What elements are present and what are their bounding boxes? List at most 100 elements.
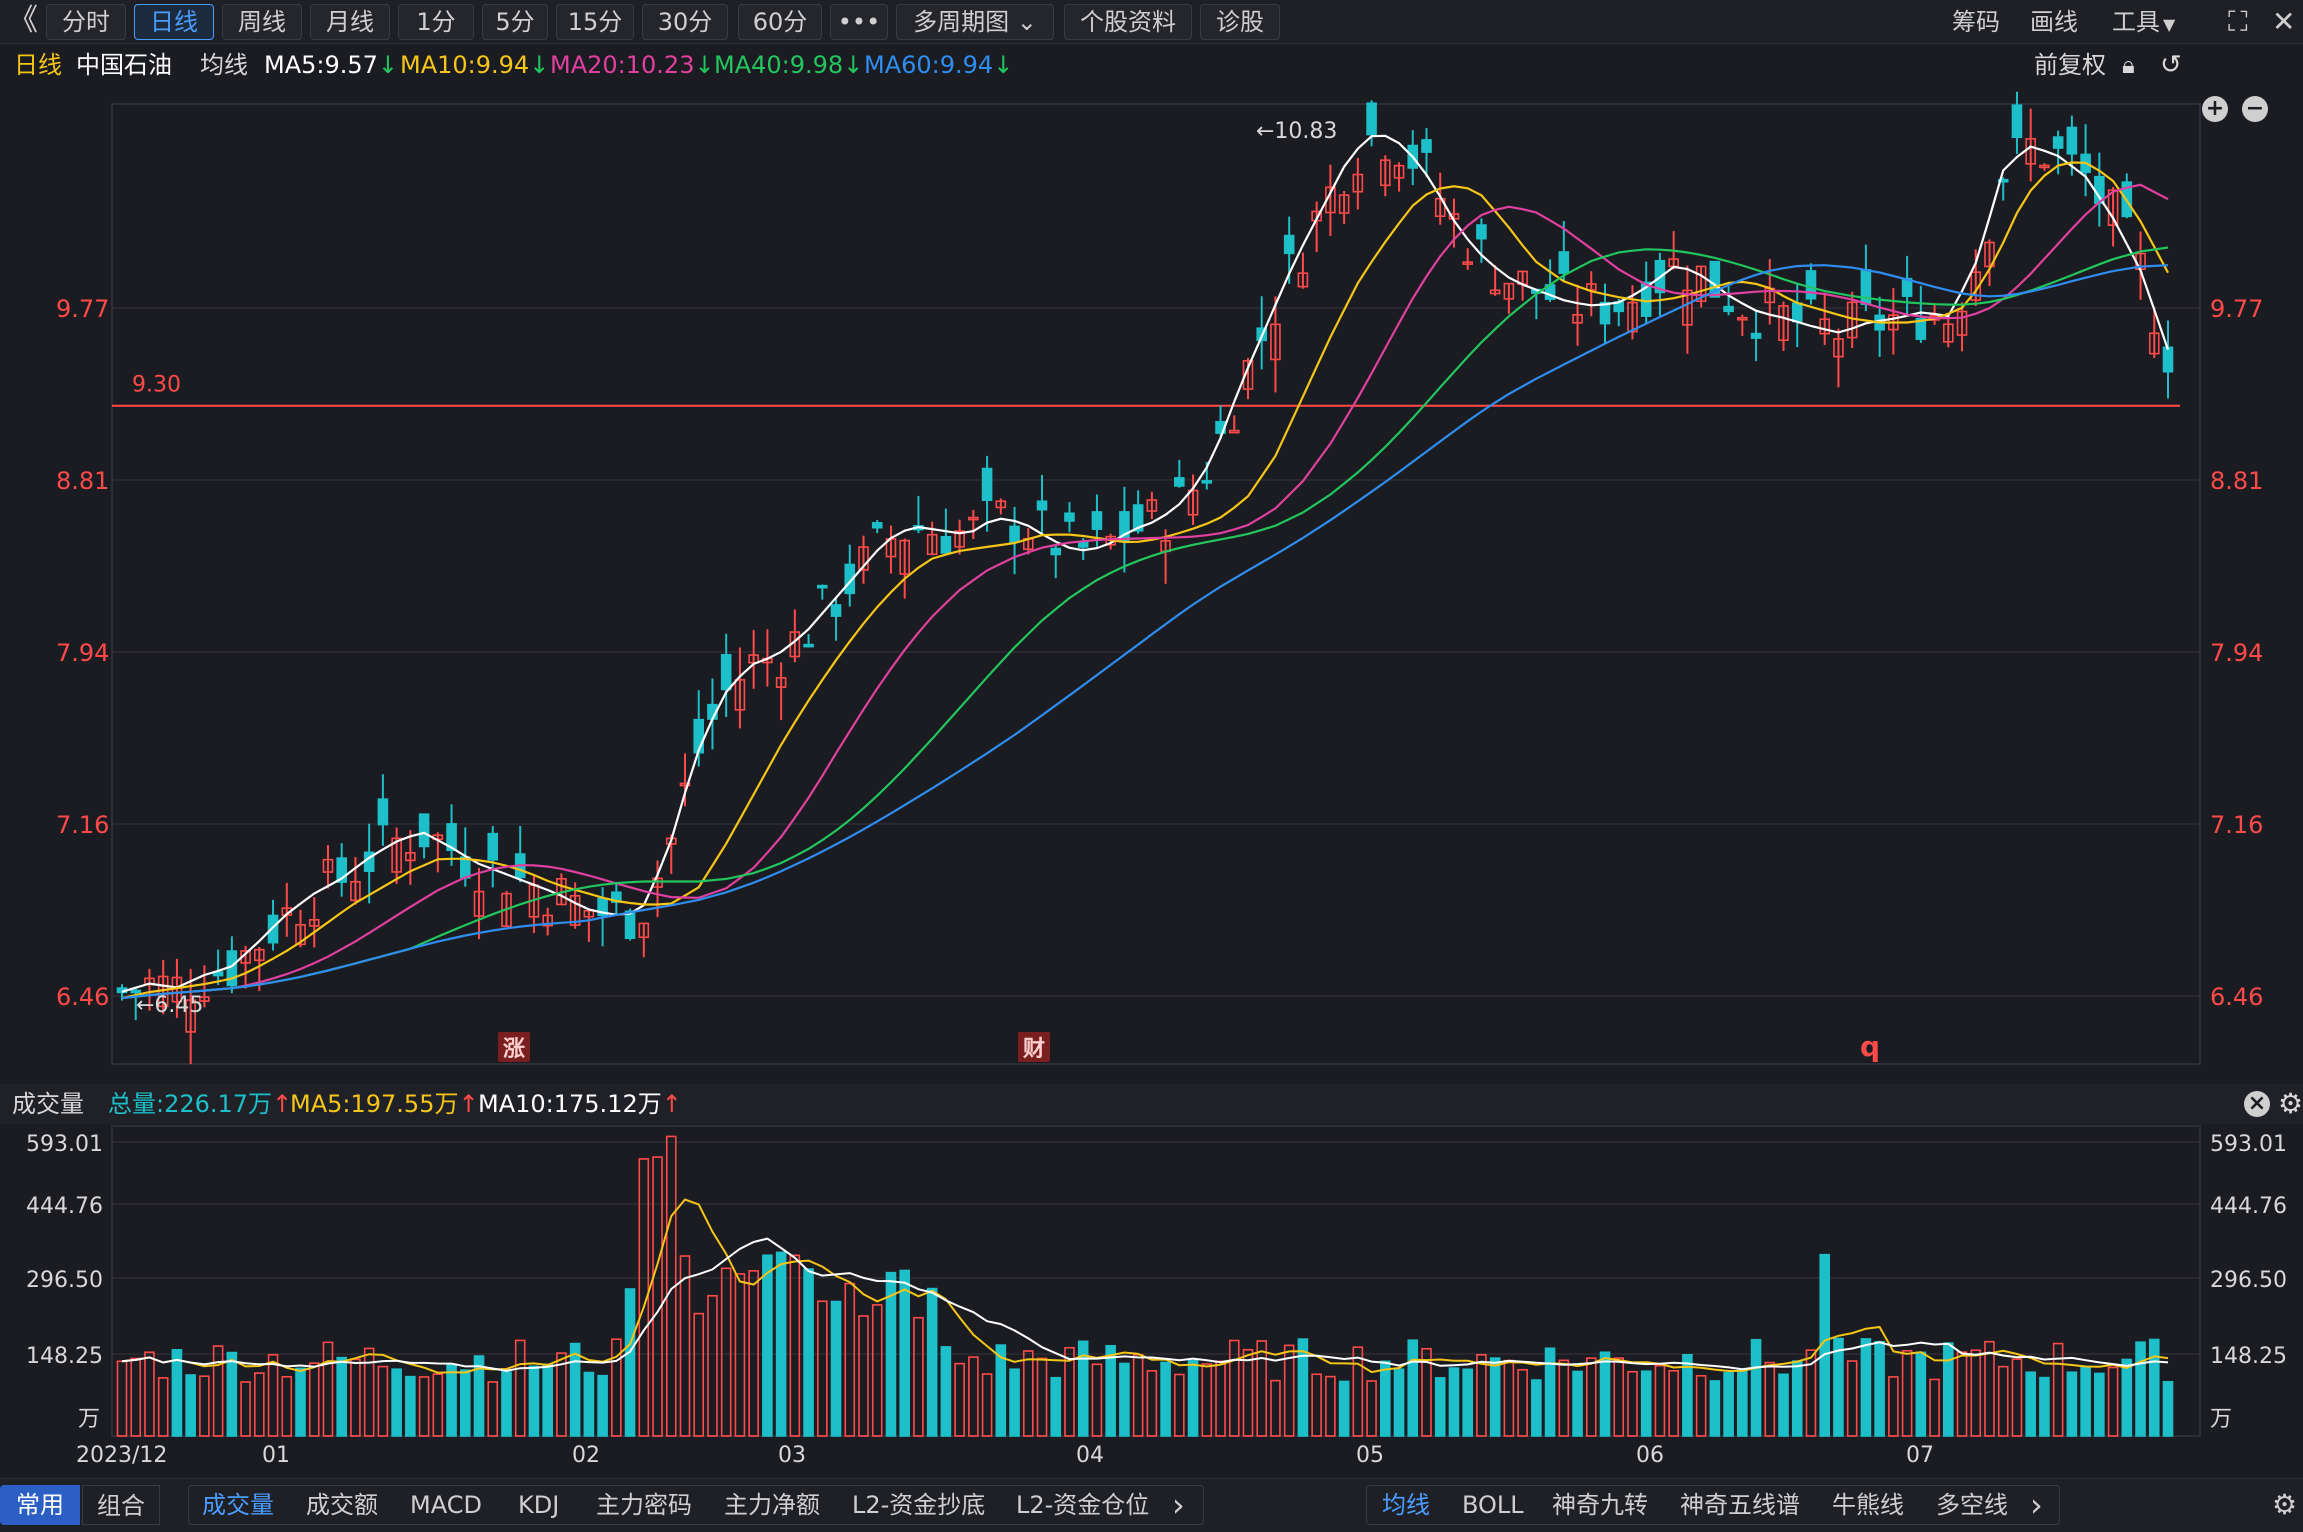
indicator-tab-7[interactable]: L2-资金仓位 bbox=[1016, 1479, 1149, 1531]
candle-body bbox=[377, 798, 389, 826]
volume-bar bbox=[734, 1273, 746, 1437]
ma60-value: MA60:9.94↓ bbox=[864, 44, 1013, 86]
high-label: ←10.83 bbox=[1256, 119, 1337, 144]
tab-daily[interactable]: 日线 bbox=[134, 4, 214, 40]
volume-bar bbox=[1833, 1337, 1844, 1437]
volume-bar bbox=[267, 1353, 279, 1437]
tab-1min[interactable]: 1分 bbox=[398, 4, 474, 40]
overlay-tab-0[interactable]: 均线 bbox=[1382, 1479, 1430, 1531]
close-indicator-icon[interactable]: × bbox=[2244, 1091, 2270, 1117]
ma-label[interactable]: 均线 bbox=[200, 44, 248, 86]
candle bbox=[1380, 155, 1391, 197]
candle bbox=[1338, 190, 1350, 224]
candle bbox=[720, 633, 732, 718]
close-icon[interactable]: ✕ bbox=[2272, 4, 2295, 40]
volume-info-bar: 成交量 总量:226.17万↑ MA5:197.55万↑ MA10:175.12… bbox=[0, 1084, 2303, 1124]
indicator-tab-5[interactable]: 主力净额 bbox=[724, 1479, 820, 1531]
settings-icon[interactable]: ⚙ bbox=[2272, 1479, 2297, 1531]
stock-name[interactable]: 中国石油 bbox=[76, 44, 172, 86]
candle bbox=[1942, 316, 1954, 348]
lock-icon[interactable]: 🔒︎ bbox=[2122, 44, 2135, 86]
volume-bar bbox=[254, 1372, 265, 1437]
tab-multi-period[interactable]: 多周期图 ⌄ bbox=[896, 4, 1054, 40]
tab-30min[interactable]: 30分 bbox=[642, 4, 728, 40]
collapse-icon[interactable]: 《 bbox=[8, 2, 38, 40]
volume-bar bbox=[1242, 1348, 1254, 1437]
volume-bar bbox=[1668, 1369, 1679, 1437]
indicator-tab-6[interactable]: L2-资金抄底 bbox=[852, 1479, 985, 1531]
tab-5min[interactable]: 5分 bbox=[482, 4, 548, 40]
tab-weekly[interactable]: 周线 bbox=[222, 4, 302, 40]
volume-bar bbox=[1022, 1350, 1034, 1437]
volume-bar bbox=[1325, 1375, 1336, 1437]
candle-body bbox=[1791, 302, 1803, 323]
tab-profile[interactable]: 个股资料 bbox=[1064, 4, 1192, 40]
volume-bar bbox=[281, 1376, 293, 1437]
candle bbox=[1585, 271, 1597, 317]
date-label: 07 bbox=[1906, 1443, 1934, 1468]
indicator-tab-0[interactable]: 成交量 bbox=[202, 1479, 274, 1531]
settings-icon[interactable]: ⚙ bbox=[2278, 1084, 2303, 1124]
volume-bar bbox=[1091, 1363, 1103, 1437]
volume-bar bbox=[2121, 1358, 2133, 1437]
volume-bar bbox=[1489, 1357, 1501, 1437]
candle bbox=[1174, 459, 1185, 488]
volume-bar bbox=[569, 1342, 581, 1437]
indicator-tab-1[interactable]: 成交额 bbox=[306, 1479, 378, 1531]
volume-bar bbox=[624, 1288, 636, 1437]
volume-bar bbox=[1050, 1376, 1062, 1437]
volume-bar bbox=[1599, 1351, 1611, 1437]
overlay-tab-3[interactable]: 神奇五线谱 bbox=[1680, 1479, 1800, 1531]
candle-body bbox=[418, 813, 430, 848]
volume-bar bbox=[487, 1381, 499, 1437]
volume-bar bbox=[1901, 1349, 1913, 1437]
volume-bar bbox=[1558, 1359, 1570, 1437]
volume-bar bbox=[1105, 1344, 1116, 1437]
volume-bar bbox=[542, 1363, 553, 1437]
tab-60min[interactable]: 60分 bbox=[738, 4, 822, 40]
volume-bar bbox=[1215, 1360, 1226, 1437]
candle bbox=[995, 498, 1007, 515]
candle bbox=[2162, 320, 2174, 399]
overlay-tab-1[interactable]: BOLL bbox=[1462, 1479, 1524, 1531]
adjust-label[interactable]: 前复权 bbox=[2034, 44, 2106, 86]
tab-diagnosis[interactable]: 诊股 bbox=[1200, 4, 1280, 40]
draw-line-button[interactable]: 画线 bbox=[2030, 4, 2078, 40]
tab-combo[interactable]: 组合 bbox=[82, 1485, 160, 1525]
candle-body bbox=[830, 604, 842, 617]
candle-body bbox=[981, 467, 993, 502]
volume-bar bbox=[1160, 1361, 1171, 1437]
volume-bar bbox=[775, 1251, 787, 1437]
indicator-tab-2[interactable]: MACD bbox=[410, 1479, 482, 1531]
fullscreen-icon[interactable]: ⛶ bbox=[2228, 4, 2248, 40]
tab-common[interactable]: 常用 bbox=[0, 1485, 80, 1525]
candle bbox=[1723, 286, 1734, 316]
more-indicators-icon[interactable]: › bbox=[1172, 1479, 1185, 1531]
overlay-tab-5[interactable]: 多空线 bbox=[1936, 1479, 2008, 1531]
undo-icon[interactable]: ↺ bbox=[2160, 44, 2182, 86]
candle-body bbox=[1091, 511, 1103, 530]
stock-chart[interactable]: 9.77 9.77 8.81 8.81 7.94 7.94 7.16 7.16 6.46 6.46… bbox=[0, 86, 2303, 1478]
tab-15min[interactable]: 15分 bbox=[556, 4, 634, 40]
volume-bar bbox=[679, 1255, 691, 1437]
tab-monthly[interactable]: 月线 bbox=[310, 4, 390, 40]
more-button[interactable]: ••• bbox=[830, 4, 888, 40]
tools-button[interactable]: 工具 ▼ bbox=[2112, 4, 2175, 40]
candle bbox=[1242, 357, 1254, 400]
candle bbox=[1805, 263, 1817, 305]
volume-bar bbox=[1228, 1339, 1240, 1437]
overlay-tab-4[interactable]: 牛熊线 bbox=[1832, 1479, 1904, 1531]
overlay-tab-2[interactable]: 神奇九转 bbox=[1552, 1479, 1648, 1531]
volume-total-text: 总量:226.17万 bbox=[108, 1090, 273, 1118]
candle bbox=[968, 509, 979, 540]
indicator-tab-4[interactable]: 主力密码 bbox=[596, 1479, 692, 1531]
candle bbox=[1297, 252, 1309, 289]
candle bbox=[885, 525, 897, 574]
candle-body bbox=[1283, 234, 1295, 255]
tab-intraday[interactable]: 分时 bbox=[46, 4, 126, 40]
more-overlays-icon[interactable]: › bbox=[2030, 1479, 2043, 1531]
volume-bar bbox=[1915, 1351, 1927, 1437]
candle bbox=[2148, 306, 2160, 359]
chip-button[interactable]: 筹码 bbox=[1952, 4, 2000, 40]
indicator-tab-3[interactable]: KDJ bbox=[518, 1479, 559, 1531]
